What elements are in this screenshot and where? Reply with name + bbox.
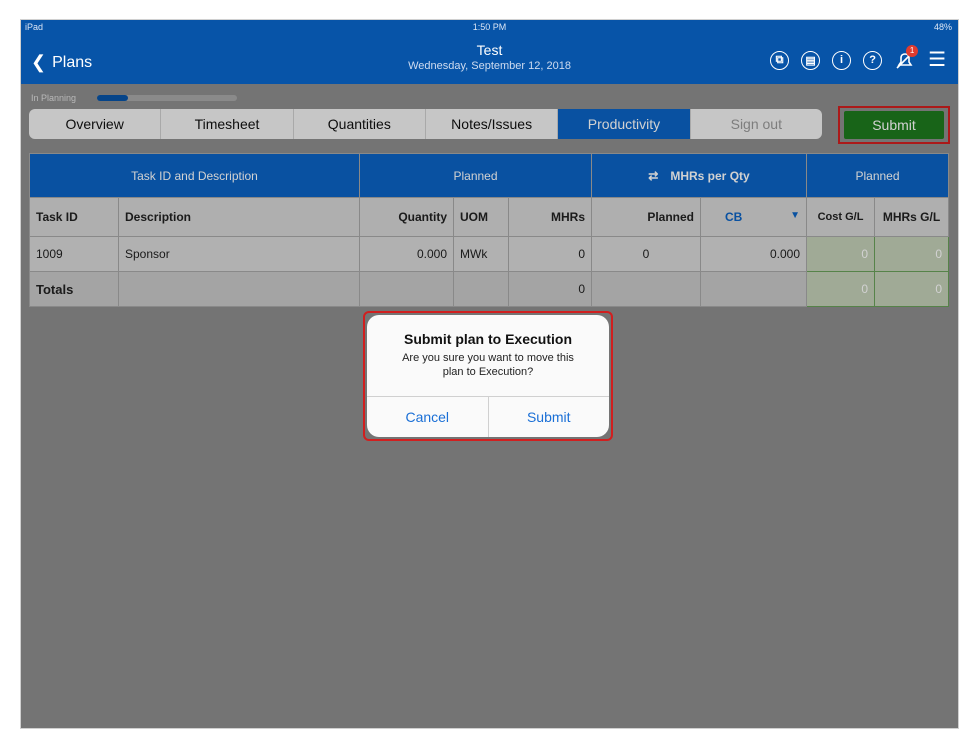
dialog-message: Are you sure you want to move this plan … — [402, 352, 574, 378]
top-bar: iPad 1:50 PM 48% ❮ Plans Test Wednesday,… — [21, 20, 958, 84]
trash-icon[interactable]: ▤ — [801, 50, 821, 70]
nav-icons: ⧉ ▤ i ? 1 ☰ — [770, 45, 946, 71]
notification-badge: 1 — [906, 45, 919, 57]
dialog-buttons: Cancel Submit — [367, 396, 609, 437]
dialog-submit-button[interactable]: Submit — [489, 397, 610, 437]
status-time: 1:50 PM — [472, 22, 507, 32]
ipad-screen: iPad 1:50 PM 48% ❮ Plans Test Wednesday,… — [21, 20, 958, 728]
dialog-cancel-button[interactable]: Cancel — [367, 397, 489, 437]
help-icon[interactable]: ? — [863, 50, 883, 70]
info-icon[interactable]: i — [832, 50, 852, 70]
hamburger-menu-icon[interactable]: ☰ — [928, 50, 946, 70]
notifications-icon[interactable]: 1 — [894, 45, 919, 71]
dialog-title: Submit plan to Execution — [403, 331, 572, 347]
confirm-dialog: Submit plan to Execution Are you sure yo… — [367, 315, 609, 437]
dialog-highlight: Submit plan to Execution Are you sure yo… — [363, 311, 613, 441]
status-battery: 48% — [933, 22, 952, 32]
copy-icon[interactable]: ⧉ — [770, 50, 790, 70]
